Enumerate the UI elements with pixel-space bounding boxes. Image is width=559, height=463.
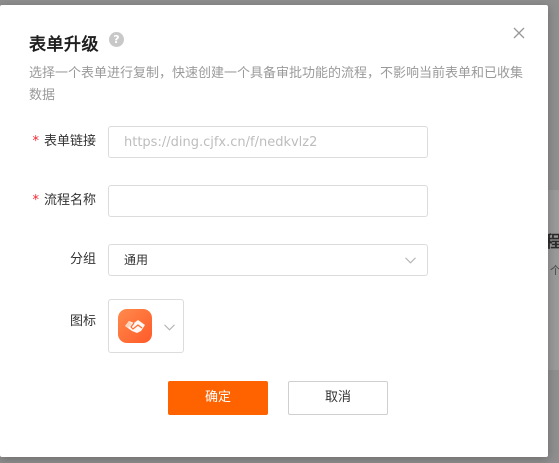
background-text: 个 — [550, 264, 559, 277]
process-name-input[interactable] — [108, 185, 428, 217]
chevron-down-icon — [164, 324, 175, 331]
dialog-title: 表单升级 — [29, 35, 99, 55]
group-select[interactable]: 通用 — [108, 244, 428, 276]
close-icon[interactable] — [512, 26, 526, 40]
icon-label: 图标 — [69, 314, 96, 329]
handshake-icon — [118, 309, 152, 343]
icon-picker[interactable] — [108, 299, 184, 353]
required-mark: * — [32, 193, 39, 208]
required-mark: * — [32, 134, 39, 149]
form-link-label: * 表单链接 — [32, 126, 96, 158]
dialog-description: 选择一个表单进行复制，快速创建一个具备审批功能的流程，不影响当前表单和已收集数据 — [29, 66, 524, 103]
process-name-label-text: 流程名称 — [43, 193, 96, 208]
form-link-input[interactable] — [108, 126, 428, 158]
form-link-row: * 表单链接 — [0, 126, 548, 158]
confirm-button[interactable]: 确定 — [168, 381, 268, 415]
help-icon[interactable]: ? — [109, 32, 124, 47]
form-link-label-text: 表单链接 — [43, 134, 96, 149]
cancel-button[interactable]: 取消 — [288, 381, 388, 415]
group-select-value: 通用 — [124, 253, 149, 267]
group-label: 分组 — [69, 252, 96, 267]
process-name-row: * 流程名称 — [0, 185, 548, 217]
group-row: 分组 通用 — [0, 244, 548, 276]
icon-row: 图标 — [0, 299, 548, 353]
process-name-label: * 流程名称 — [32, 185, 96, 217]
chevron-down-icon — [405, 257, 416, 264]
upgrade-form-dialog: 表单升级 ? 选择一个表单进行复制，快速创建一个具备审批功能的流程，不影响当前表… — [0, 5, 548, 457]
